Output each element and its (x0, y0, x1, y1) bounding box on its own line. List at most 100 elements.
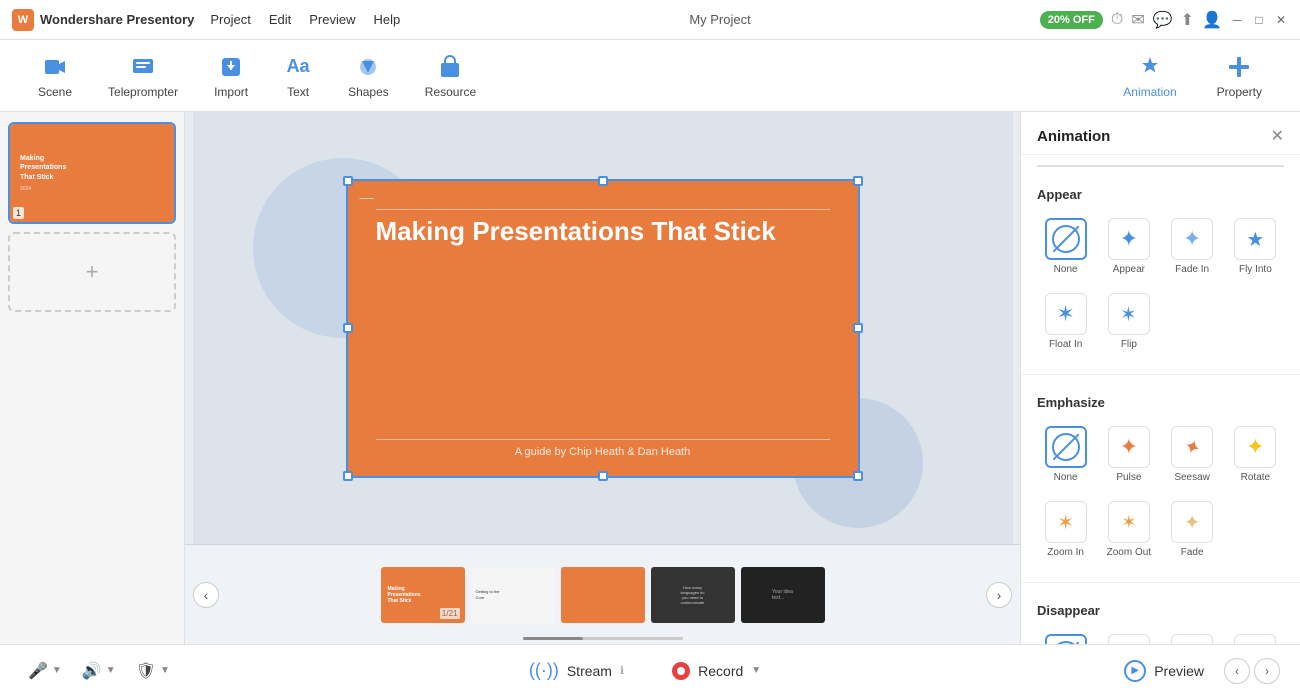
toolbar-property[interactable]: Property (1199, 45, 1280, 107)
film-thumb-2[interactable]: Getting to theCore (471, 567, 555, 623)
record-dot (672, 662, 690, 680)
film-thumb-5[interactable]: Your ideatext... (741, 567, 825, 623)
toolbar-import[interactable]: Import (196, 45, 266, 107)
volume-icon: 🔊 (82, 661, 102, 681)
handle-br[interactable] (853, 471, 863, 481)
toolbar-teleprompter[interactable]: Teleprompter (90, 45, 196, 107)
disappear-disappear-item[interactable]: ✦ Disappear (1100, 628, 1157, 644)
filmstrip-next[interactable]: › (986, 582, 1012, 608)
message-icon[interactable]: 💬 (1153, 10, 1173, 30)
appear-flyinto-item[interactable]: ★ Fly Into (1227, 212, 1284, 281)
appear-appear-icon-wrap: ✦ (1108, 218, 1150, 260)
menu-help[interactable]: Help (374, 12, 401, 27)
menu-edit[interactable]: Edit (269, 12, 291, 27)
appear-star-icon: ✦ (1120, 226, 1138, 252)
close-button[interactable]: ✕ (1274, 13, 1288, 27)
handle-bc[interactable] (598, 471, 608, 481)
slide-content-top: Making Presentations That Stick (376, 203, 830, 247)
film-thumb-4[interactable]: How manylanguages doyou need tocommunica… (651, 567, 735, 623)
emphasize-zoomout-icon-wrap: ✶ (1108, 501, 1150, 543)
emphasize-fade-item[interactable]: ✦ Fade (1164, 495, 1221, 564)
mic-button[interactable]: 🎤 ▼ (20, 655, 70, 687)
add-slide-button[interactable]: + (8, 232, 176, 312)
handle-tl[interactable] (343, 176, 353, 186)
record-button[interactable]: Record ▼ (660, 656, 773, 686)
filmstrip-prev[interactable]: ‹ (193, 582, 219, 608)
upload-icon[interactable]: ⬆ (1181, 10, 1194, 30)
slide-minus: — (360, 189, 374, 205)
toolbar-resource[interactable]: Resource (407, 45, 494, 107)
animation-close-button[interactable]: ✕ (1271, 126, 1284, 146)
handle-mr[interactable] (853, 323, 863, 333)
volume-button[interactable]: 🔊 ▼ (74, 655, 124, 687)
slide-thumb-1[interactable]: MakingPresentationsThat Stick 2024 1 (8, 122, 176, 224)
disappear-disappear-icon-wrap: ✦ (1108, 634, 1150, 644)
canvas-main[interactable]: — Making Presentations That Stick A guid… (185, 112, 1020, 544)
appear-appear-item[interactable]: ✦ Appear (1100, 212, 1157, 281)
scene-icon (41, 53, 69, 81)
appear-flip-item[interactable]: ✶ Flip (1100, 287, 1157, 356)
film-thumb-3[interactable] (561, 567, 645, 623)
bottom-bar: 🎤 ▼ 🔊 ▼ 🛡 ▼ ((·)) Stream ℹ Record ▼ ▶ (0, 644, 1300, 696)
text-icon: Aa (284, 53, 312, 81)
appear-fadein-item[interactable]: ✦ Fade In (1164, 212, 1221, 281)
emphasize-pulse-item[interactable]: ✦ Pulse (1100, 420, 1157, 489)
toolbar-shapes[interactable]: Shapes (330, 45, 407, 107)
disappear-none-item[interactable]: None (1037, 628, 1094, 644)
preview-button[interactable]: ▶ Preview (1112, 654, 1216, 688)
canvas-background: — Making Presentations That Stick A guid… (193, 112, 1013, 544)
teleprompter-label: Teleprompter (108, 85, 178, 99)
emphasize-seesaw-icon-wrap: ✦ (1171, 426, 1213, 468)
record-inner (677, 667, 685, 675)
app-name: Wondershare Presentory (40, 12, 194, 27)
appear-fadein-icon: ✦ (1183, 226, 1201, 252)
filmstrip-scroll-thumb (523, 637, 583, 640)
handle-bl[interactable] (343, 471, 353, 481)
emphasize-seesaw-label: Seesaw (1174, 472, 1210, 483)
emphasize-rotate-item[interactable]: ✦ Rotate (1227, 420, 1284, 489)
shapes-label: Shapes (348, 85, 389, 99)
main-content: MakingPresentationsThat Stick 2024 1 + (0, 112, 1300, 644)
appear-floatin-icon: ✶ (1056, 301, 1074, 327)
toolbar-scene[interactable]: Scene (20, 45, 90, 107)
film-1-num: 1/21 (440, 608, 460, 619)
user-icon[interactable]: 👤 (1202, 10, 1222, 30)
handle-tc[interactable] (598, 176, 608, 186)
volume-dropdown-arrow: ▼ (106, 665, 116, 676)
tab-set-action[interactable]: Set action (1038, 166, 1161, 167)
emphasize-seesaw-item[interactable]: ✦ Seesaw (1164, 420, 1221, 489)
emphasize-zoomin-item[interactable]: ✶ Zoom In (1037, 495, 1094, 564)
shield-button[interactable]: 🛡 ▼ (128, 655, 178, 687)
disappear-fadeout-item[interactable]: ✦ Fade Out (1164, 628, 1221, 644)
timer-icon[interactable]: ⏱ (1111, 11, 1123, 29)
appear-floatin-icon-wrap: ✶ (1045, 293, 1087, 335)
promo-badge[interactable]: 20% OFF (1040, 11, 1103, 29)
menu-preview[interactable]: Preview (309, 12, 355, 27)
film-thumb-1[interactable]: MakingPresentationsThat Stick 1/21 (381, 567, 465, 623)
tab-order[interactable]: Order (1161, 166, 1284, 167)
film-1-text: MakingPresentationsThat Stick (388, 586, 421, 604)
mail-icon[interactable]: ✉ (1131, 10, 1144, 30)
filmstrip: ‹ MakingPresentationsThat Stick 1/21 Get… (185, 544, 1020, 644)
emphasize-none-item[interactable]: None (1037, 420, 1094, 489)
toolbar-animation[interactable]: Animation (1105, 45, 1194, 107)
prev-slide-button[interactable]: ‹ (1224, 658, 1250, 684)
emphasize-zoomin-icon: ✶ (1057, 510, 1074, 535)
appear-none-item[interactable]: None (1037, 212, 1094, 281)
minimize-button[interactable]: ─ (1230, 13, 1244, 27)
handle-ml[interactable] (343, 323, 353, 333)
toolbar-text[interactable]: Aa Text (266, 45, 330, 107)
maximize-button[interactable]: □ (1252, 13, 1266, 27)
handle-tr[interactable] (853, 176, 863, 186)
main-slide[interactable]: — Making Presentations That Stick A guid… (348, 181, 858, 476)
text-label: Text (287, 85, 309, 99)
next-slide-button[interactable]: › (1254, 658, 1280, 684)
stream-info-icon: ℹ (620, 664, 624, 677)
preview-label: Preview (1154, 663, 1204, 679)
scene-label: Scene (38, 85, 72, 99)
disappear-flyout-item[interactable]: ★ Fly Out (1227, 628, 1284, 644)
menu-project[interactable]: Project (210, 12, 250, 27)
stream-button[interactable]: ((·)) Stream ℹ (517, 654, 636, 687)
appear-floatin-item[interactable]: ✶ Float In (1037, 287, 1094, 356)
emphasize-zoomout-item[interactable]: ✶ Zoom Out (1100, 495, 1157, 564)
